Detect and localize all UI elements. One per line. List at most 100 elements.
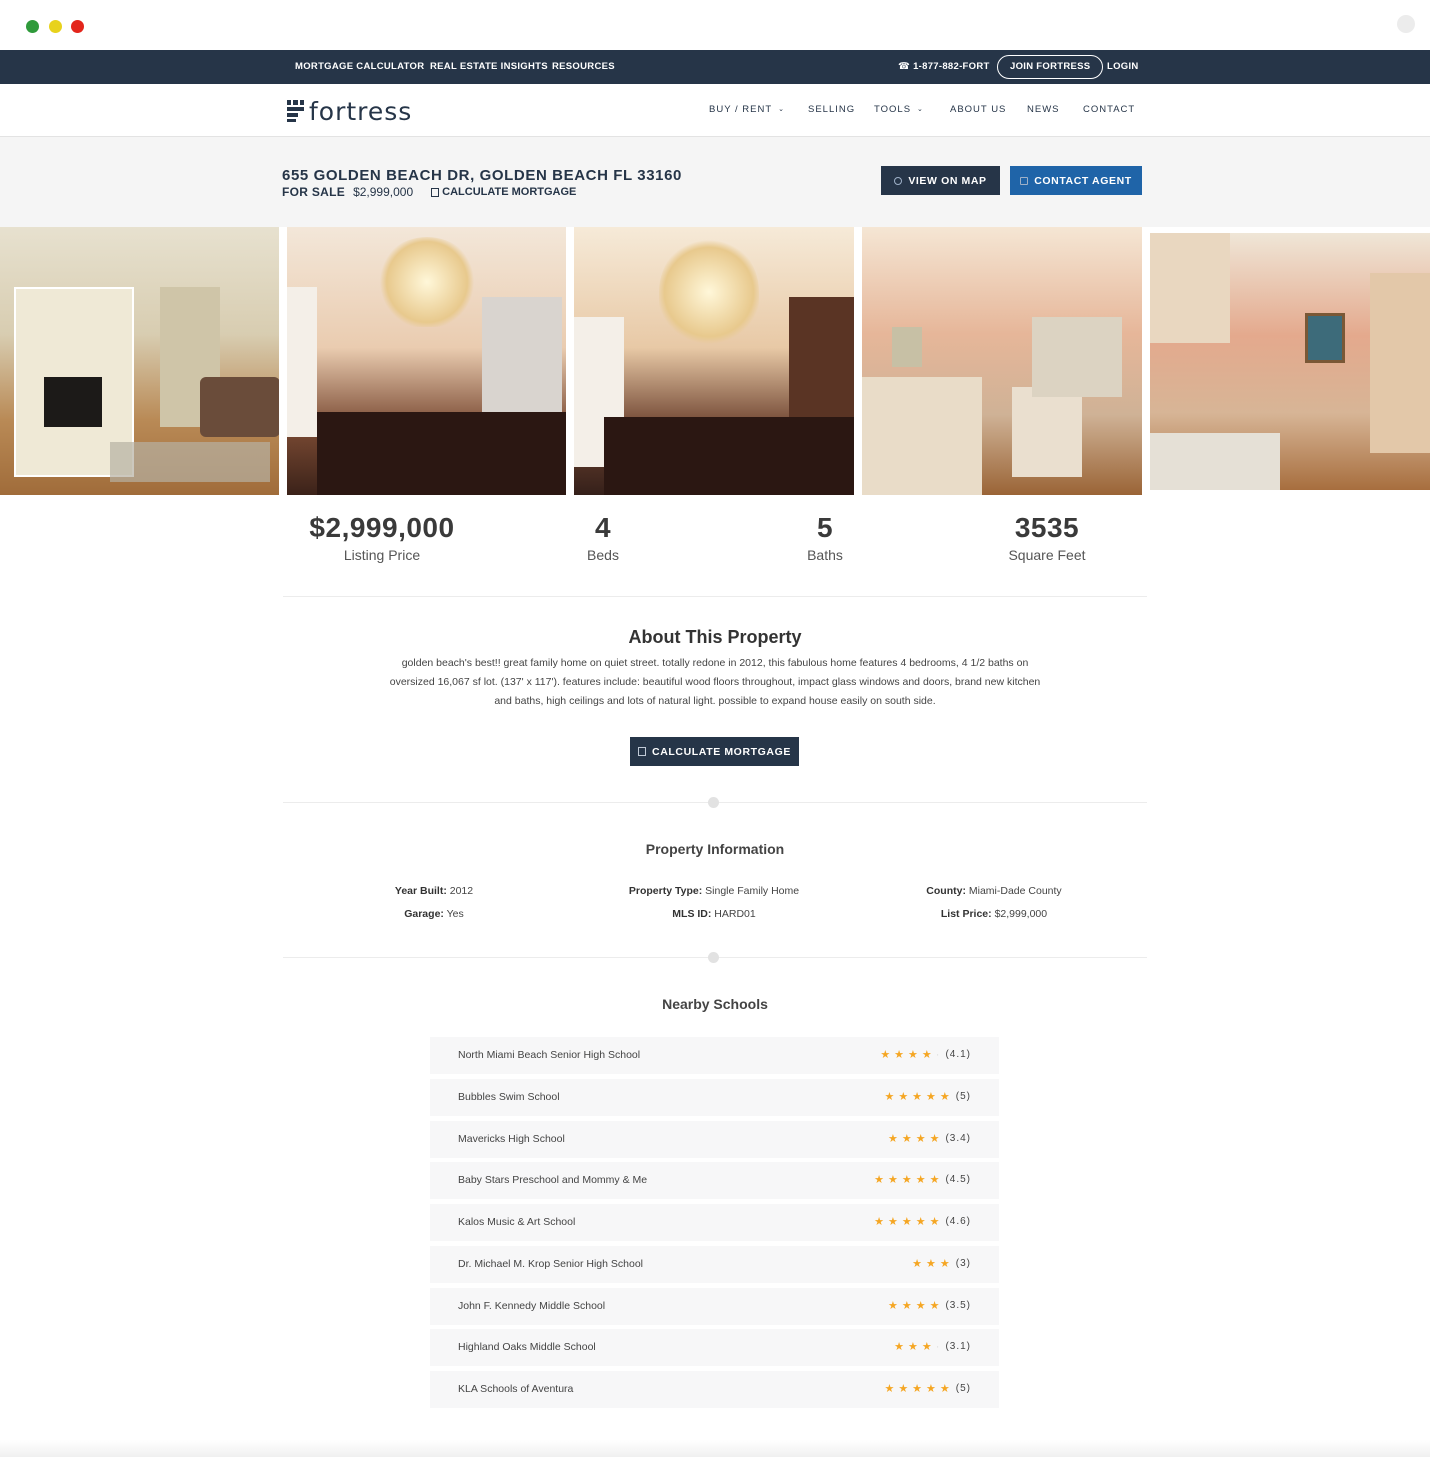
window-menu-icon[interactable] [1397,15,1415,33]
chevron-down-icon: ⌄ [917,106,924,113]
info-label: List Price: [940,908,992,920]
info-value: HARD01 [714,908,756,920]
chevron-down-icon: ⌄ [778,106,786,113]
school-rating: ★★★★★ (4.6) [874,1215,971,1228]
phone-icon: ☎ [898,61,914,72]
star-rating-icons: ★★★★★ [874,1174,944,1187]
calculate-mortgage-link[interactable]: CALCULATE MORTGAGE [431,186,576,198]
gallery-photo-dining-room-alt[interactable] [574,227,854,495]
join-fortress-button[interactable]: JOIN FORTRESS [997,55,1104,79]
school-row[interactable]: John F. Kennedy Middle School ★★★★ (3.5) [430,1287,999,1325]
topbar-link-mortgage-calculator[interactable]: MORTGAGE CALCULATOR [295,61,424,72]
info-label: Property Type: [628,885,703,897]
about-description: golden beach's best!! great family home … [389,657,1041,707]
school-row[interactable]: Baby Stars Preschool and Mommy & Me ★★★★★… [430,1162,999,1200]
calculate-mortgage-label: CALCULATE MORTGAGE [442,186,577,198]
nav-item-tools[interactable]: TOOLS ⌄ [874,104,924,115]
nav-item-label: BUY / RENT [709,104,773,115]
rating-value: (5) [955,1090,971,1102]
contact-agent-button[interactable]: CONTACT AGENT [1010,166,1142,195]
school-name: Highland Oaks Middle School [458,1341,596,1354]
calculate-mortgage-button[interactable]: CALCULATE MORTGAGE [630,737,799,766]
info-label: Garage: [404,908,444,920]
school-name: Baby Stars Preschool and Mommy & Me [458,1174,648,1187]
stat-square-feet: 3535 Square Feet [947,512,1147,563]
calculate-mortgage-button-label: CALCULATE MORTGAGE [652,745,791,758]
gallery-photo-kitchen[interactable] [862,227,1142,495]
school-rating: ★★★★★ (4.5) [874,1173,971,1186]
fortress-logo-icon [287,100,304,122]
school-row[interactable]: Dr. Michael M. Krop Senior High School ★★… [430,1245,999,1283]
info-label: County: [926,885,966,897]
school-row[interactable]: Kalos Music & Art School ★★★★★ (4.6) [430,1204,999,1241]
rating-value: (3.5) [945,1299,971,1311]
phone-number: 1-877-882-FORT [913,61,990,72]
gallery-photo-dining-room[interactable] [287,227,566,495]
nearby-schools-title: Nearby Schools [662,996,768,1012]
schools-list: North Miami Beach Senior High School ★★★★… [430,1037,999,1413]
calculator-icon [638,747,647,756]
info-value: Miami-Dade County [968,885,1062,897]
rating-value: (4.5) [945,1174,971,1186]
window-close-button[interactable] [71,20,84,33]
listing-status: FOR SALE [282,185,346,199]
school-row[interactable]: Bubbles Swim School ★★★★★ (5) [430,1078,999,1116]
school-row[interactable]: Mavericks High School ★★★★ (3.4) [430,1120,999,1158]
star-rating-icons: ★★★ [912,1257,954,1270]
nav-item-selling[interactable]: SELLING [808,104,855,115]
star-rating-icons: ★★★★★ [884,1383,954,1395]
gallery-photo-kitchen-alt[interactable] [1150,233,1430,490]
nav-item-about-us[interactable]: ABOUT US [950,104,1006,115]
school-rating: ★★★★ (3.5) [888,1299,971,1312]
calculator-icon [431,187,440,197]
divider-dot [708,797,719,808]
rating-value: (5) [955,1383,971,1394]
nav-item-contact[interactable]: CONTACT [1083,104,1135,115]
info-list-price: List Price: $2,999,000 [864,908,1124,920]
topbar-link-resources[interactable]: RESOURCES [552,61,615,72]
info-value: 2012 [449,885,474,897]
stat-baths: 5 Baths [725,512,925,563]
window-maximize-button[interactable] [26,20,39,33]
school-rating: ★★★★★ (5) [884,1090,971,1103]
stat-value: 4 [594,512,612,543]
about-title: About This Property [628,627,802,647]
info-mls-id: MLS ID: HARD01 [584,908,844,920]
nav-item-news[interactable]: NEWS [1027,104,1060,115]
school-row[interactable]: North Miami Beach Senior High School ★★★★… [430,1037,999,1074]
info-county: County: Miami-Dade County [864,885,1124,897]
school-name: Bubbles Swim School [458,1090,560,1103]
school-rating: ★★★★ (3.4) [888,1132,971,1145]
nav-item-buy-rent[interactable]: BUY / RENT ⌄ [709,104,785,115]
stat-label: Listing Price [343,547,421,563]
topbar-link-real-estate-insights[interactable]: REAL ESTATE INSIGHTS [430,61,548,72]
divider [283,596,1147,597]
window-minimize-button[interactable] [49,20,62,33]
rating-value: (4.6) [945,1216,971,1227]
info-label: MLS ID: [672,908,712,920]
school-row[interactable]: Highland Oaks Middle School ★★★· (3.1) [430,1329,999,1367]
listing-address: 655 GOLDEN BEACH DR, GOLDEN BEACH FL 331… [282,167,683,184]
gallery-photo-living-room[interactable] [0,227,279,495]
school-rating: ★★★★★ (5) [884,1382,971,1395]
school-name: KLA Schools of Aventura [458,1383,574,1395]
info-year-built: Year Built: 2012 [304,885,564,897]
main-navigation: fortress BUY / RENT ⌄ SELLING TOOLS ⌄ ABOU… [0,84,1430,137]
phone-link[interactable]: ☎ 1-877-882-FORT [898,61,990,72]
school-row[interactable]: KLA Schools of Aventura ★★★★★ (5) [430,1371,999,1408]
stat-value: 3535 [1014,512,1080,543]
view-on-map-button[interactable]: VIEW ON MAP [881,166,1000,195]
school-name: John F. Kennedy Middle School [458,1299,606,1312]
stat-label: Beds [587,547,619,563]
listing-subline: FOR SALE $2,999,000 CALCULATE MORTGAGE [282,185,576,199]
stat-value: 5 [816,512,834,543]
info-garage: Garage: Yes [304,908,564,920]
school-name: Dr. Michael M. Krop Senior High School [458,1257,643,1270]
school-name: North Miami Beach Senior High School [458,1049,641,1061]
star-rating-icons: ★★★★★ [874,1216,944,1228]
logo[interactable]: fortress [287,96,412,126]
rating-value: (3) [955,1257,971,1269]
login-link[interactable]: LOGIN [1107,61,1139,72]
school-name: Kalos Music & Art School [458,1216,576,1228]
info-label: Year Built: [394,885,447,897]
